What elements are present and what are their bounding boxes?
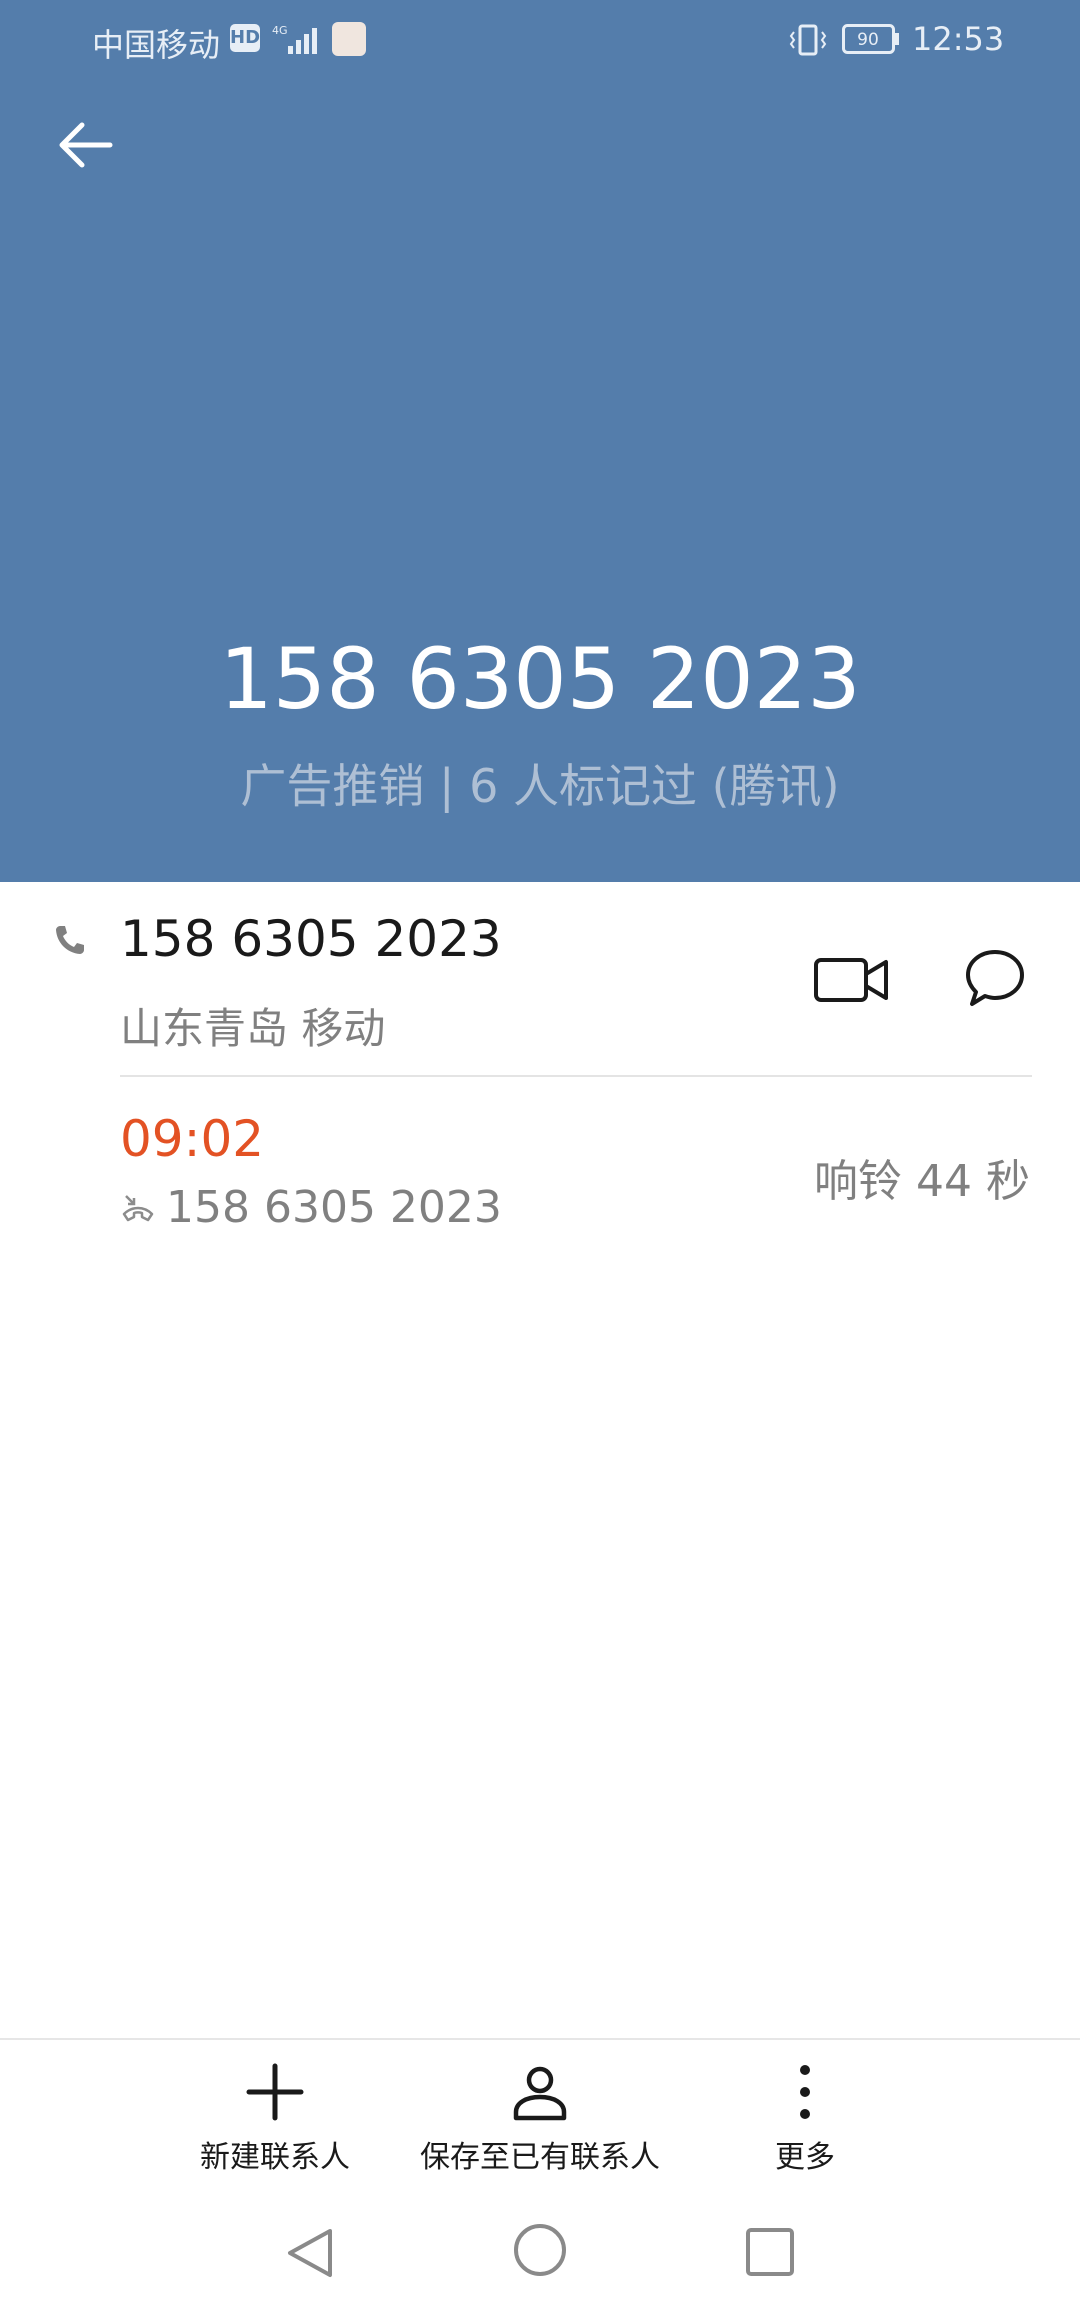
number-location: 山东青岛 移动 bbox=[120, 1004, 386, 1053]
bottom-divider bbox=[0, 2038, 1080, 2040]
save-to-existing-button[interactable]: 保存至已有联系人 bbox=[400, 2060, 680, 2180]
more-button[interactable]: 更多 bbox=[745, 2060, 865, 2180]
phone-icon bbox=[56, 926, 84, 954]
app-notification-icon bbox=[332, 22, 366, 56]
carrier-name: 中国移动 bbox=[92, 26, 221, 64]
vibrate-icon bbox=[789, 24, 827, 56]
plus-icon bbox=[246, 2063, 304, 2121]
header-phone-number: 158 6305 2023 bbox=[219, 630, 861, 728]
video-call-button[interactable] bbox=[812, 950, 892, 1010]
new-contact-button[interactable]: 新建联系人 bbox=[175, 2060, 375, 2180]
nav-back-icon[interactable] bbox=[280, 2225, 340, 2281]
more-vertical-icon bbox=[800, 2065, 810, 2119]
message-button[interactable] bbox=[962, 946, 1028, 1012]
battery-icon: 90 bbox=[842, 24, 899, 54]
ring-duration: 响铃 44 秒 bbox=[814, 1156, 1030, 1207]
save-to-existing-label: 保存至已有联系人 bbox=[420, 2140, 660, 2175]
svg-text:4G: 4G bbox=[272, 24, 288, 37]
missed-call-icon bbox=[122, 1195, 154, 1222]
clock: 12:53 bbox=[912, 20, 1005, 58]
back-button[interactable] bbox=[50, 110, 120, 180]
nav-home-icon[interactable] bbox=[512, 2222, 568, 2278]
divider bbox=[120, 1075, 1032, 1077]
header: 中国移动 HD 4G 90 12:53 158 6305 2023 广告推销 |… bbox=[0, 0, 1080, 882]
status-bar: 中国移动 HD 4G 90 12:53 bbox=[0, 0, 1080, 80]
contact-number[interactable]: 158 6305 2023 bbox=[120, 910, 502, 968]
person-icon bbox=[513, 2066, 567, 2121]
call-time: 09:02 bbox=[120, 1110, 265, 1168]
spam-tag: 广告推销 | 6 人标记过 (腾讯) bbox=[240, 759, 840, 813]
call-number: 158 6305 2023 bbox=[166, 1182, 502, 1233]
more-label: 更多 bbox=[775, 2140, 835, 2175]
battery-level: 90 bbox=[857, 30, 879, 50]
hd-badge: HD bbox=[230, 24, 260, 52]
new-contact-label: 新建联系人 bbox=[200, 2140, 350, 2175]
nav-recent-icon[interactable] bbox=[744, 2226, 796, 2278]
signal-icon: 4G bbox=[272, 24, 317, 54]
